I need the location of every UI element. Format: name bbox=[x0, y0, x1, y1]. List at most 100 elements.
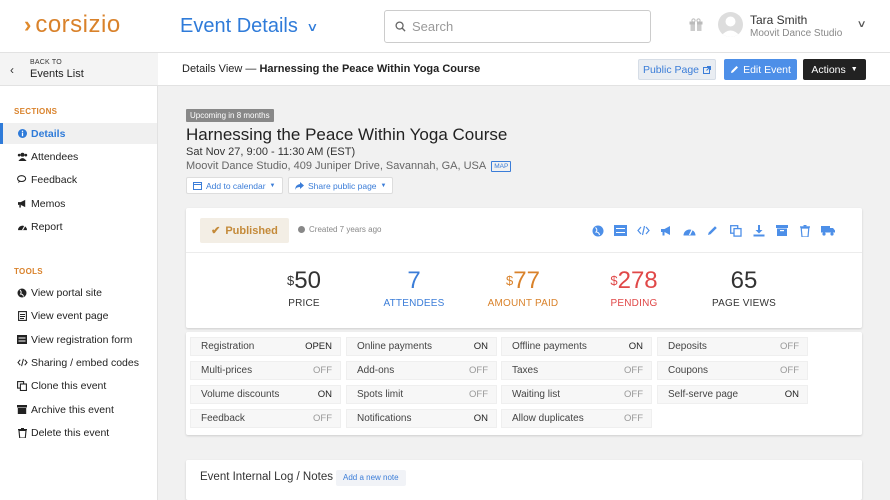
stat-price-label: PRICE bbox=[288, 298, 320, 309]
dashboard-icon[interactable] bbox=[681, 223, 698, 238]
stat-page-views: 65 PAGE VIEWS bbox=[699, 266, 789, 309]
sidebar-item-label: Details bbox=[31, 127, 66, 140]
event-tool-icons bbox=[589, 223, 836, 238]
sidebar-item-view-event-page[interactable]: View event page bbox=[0, 305, 157, 326]
stat-attendees[interactable]: 7 ATTENDEES bbox=[369, 266, 459, 309]
feature-online-payments: Online payments ON bbox=[346, 337, 497, 356]
actions-label: Actions bbox=[811, 63, 846, 76]
stat-pending: $278 PENDING bbox=[589, 266, 679, 309]
bullhorn-icon bbox=[16, 199, 28, 208]
stat-amount-paid-value: $77 bbox=[506, 267, 540, 294]
feature-coupons: Coupons OFF bbox=[657, 361, 808, 380]
top-bar: › corsizio Event Details ∨ Tara Smith Mo… bbox=[0, 0, 890, 53]
stat-price: $50 PRICE bbox=[259, 266, 349, 309]
pencil-icon bbox=[731, 66, 739, 73]
feature-volume-discounts: Volume discounts ON bbox=[190, 385, 341, 404]
caret-down-icon: ▼ bbox=[269, 182, 276, 189]
feature-registration: Registration OPEN bbox=[190, 337, 341, 356]
bullhorn-icon[interactable] bbox=[658, 223, 675, 238]
sidebar-item-delete-event[interactable]: Delete this event bbox=[0, 422, 157, 443]
feature-offline-payments: Offline payments ON bbox=[501, 337, 652, 356]
feature-waiting-list: Waiting list OFF bbox=[501, 385, 652, 404]
details-toolbar: Details View — Harnessing the Peace With… bbox=[158, 53, 890, 86]
code-icon bbox=[16, 358, 28, 367]
trash-icon[interactable] bbox=[796, 223, 813, 238]
copy-icon[interactable] bbox=[727, 223, 744, 238]
page-title-text: Event Details bbox=[180, 15, 298, 37]
form-icon bbox=[16, 335, 28, 344]
sidebar-item-memos[interactable]: Memos bbox=[0, 193, 157, 214]
globe-icon[interactable] bbox=[589, 223, 606, 238]
download-icon[interactable] bbox=[750, 223, 767, 238]
back-to-caption: BACK TO bbox=[30, 59, 62, 66]
feature-add-ons: Add-ons OFF bbox=[346, 361, 497, 380]
sidebar-item-view-registration-form[interactable]: View registration form bbox=[0, 329, 157, 350]
sidebar-item-archive-event[interactable]: Archive this event bbox=[0, 399, 157, 420]
sidebar-item-report[interactable]: Report bbox=[0, 216, 157, 237]
calendar-icon bbox=[193, 182, 202, 190]
gift-icon[interactable] bbox=[689, 18, 703, 35]
event-title: Harnessing the Peace Within Yoga Course bbox=[186, 125, 508, 144]
logo-wordmark: corsizio bbox=[35, 11, 121, 38]
tools-heading: TOOLS bbox=[14, 267, 43, 276]
search-input[interactable] bbox=[412, 19, 632, 34]
avatar[interactable] bbox=[718, 12, 743, 37]
feature-multi-prices: Multi-prices OFF bbox=[190, 361, 341, 380]
page-title[interactable]: Event Details ∨ bbox=[180, 15, 319, 38]
sidebar: ‹ BACK TO Events List SECTIONS Details A… bbox=[0, 53, 158, 500]
add-to-calendar-button[interactable]: Add to calendar ▼ bbox=[186, 177, 283, 194]
share-public-page-button[interactable]: Share public page ▼ bbox=[288, 177, 394, 194]
form-icon[interactable] bbox=[612, 223, 629, 238]
sidebar-item-clone-event[interactable]: Clone this event bbox=[0, 375, 157, 396]
event-features-card: Registration OPEN Online payments ON Offli… bbox=[186, 332, 862, 435]
created-info: Created 7 years ago bbox=[298, 225, 382, 234]
sidebar-item-view-portal[interactable]: View portal site bbox=[0, 282, 157, 303]
chevron-down-icon: ∨ bbox=[306, 19, 319, 34]
comments-icon bbox=[16, 175, 28, 184]
feature-deposits: Deposits OFF bbox=[657, 337, 808, 356]
user-menu-chevron-icon[interactable]: ∨ bbox=[857, 19, 867, 30]
sidebar-item-label: Archive this event bbox=[31, 403, 114, 416]
stat-attendees-value: 7 bbox=[407, 267, 421, 294]
event-date: Sat Nov 27, 9:00 - 11:30 AM (EST) bbox=[186, 146, 356, 158]
add-note-button[interactable]: Add a new note bbox=[336, 470, 406, 486]
truck-icon[interactable] bbox=[819, 223, 836, 238]
user-org: Moovit Dance Studio bbox=[750, 28, 843, 39]
caret-down-icon: ▼ bbox=[850, 66, 858, 73]
caret-down-icon: ▼ bbox=[380, 182, 387, 189]
sidebar-item-feedback[interactable]: Feedback bbox=[0, 169, 157, 190]
public-page-button[interactable]: Public Page bbox=[638, 59, 716, 80]
stat-amount-paid-label: AMOUNT PAID bbox=[487, 298, 559, 309]
edit-event-button[interactable]: Edit Event bbox=[724, 59, 797, 80]
search-icon bbox=[395, 21, 406, 32]
event-status-card: ✔ Published Created 7 years ago $50 PRIC… bbox=[186, 208, 862, 328]
archive-icon[interactable] bbox=[773, 223, 790, 238]
map-link[interactable]: MAP bbox=[491, 160, 512, 172]
sidebar-item-attendees[interactable]: Attendees bbox=[0, 146, 157, 167]
feature-spots-limit: Spots limit OFF bbox=[346, 385, 497, 404]
pencil-icon[interactable] bbox=[704, 223, 721, 238]
sidebar-item-label: Memos bbox=[31, 197, 66, 210]
breadcrumb: Details View — Harnessing the Peace With… bbox=[182, 63, 480, 75]
status-bar: ✔ Published Created 7 years ago bbox=[186, 208, 862, 253]
sidebar-item-details[interactable]: Details bbox=[0, 123, 157, 144]
user-name[interactable]: Tara Smith bbox=[750, 13, 807, 27]
search-box[interactable] bbox=[384, 10, 651, 43]
sections-heading: SECTIONS bbox=[14, 107, 58, 116]
clock-icon bbox=[298, 226, 305, 233]
edit-event-label: Edit Event bbox=[743, 63, 791, 76]
published-status-button[interactable]: ✔ Published bbox=[200, 218, 289, 243]
info-icon bbox=[16, 129, 28, 138]
stat-page-views-value: 65 bbox=[730, 267, 758, 294]
breadcrumb-event-title: Harnessing the Peace Within Yoga Course bbox=[259, 63, 481, 75]
brand-logo[interactable]: › corsizio bbox=[24, 13, 121, 37]
code-icon[interactable] bbox=[635, 223, 652, 238]
share-public-page-label: Share public page bbox=[308, 180, 377, 191]
sidebar-item-label: View registration form bbox=[31, 333, 133, 346]
sidebar-item-label: View portal site bbox=[31, 286, 103, 299]
back-to-events-link[interactable]: ‹ BACK TO Events List bbox=[0, 53, 158, 86]
actions-dropdown-button[interactable]: Actions ▼ bbox=[803, 59, 866, 80]
sidebar-item-sharing-embed[interactable]: Sharing / embed codes bbox=[0, 352, 157, 373]
add-to-calendar-label: Add to calendar bbox=[206, 180, 266, 191]
users-icon bbox=[16, 152, 28, 161]
